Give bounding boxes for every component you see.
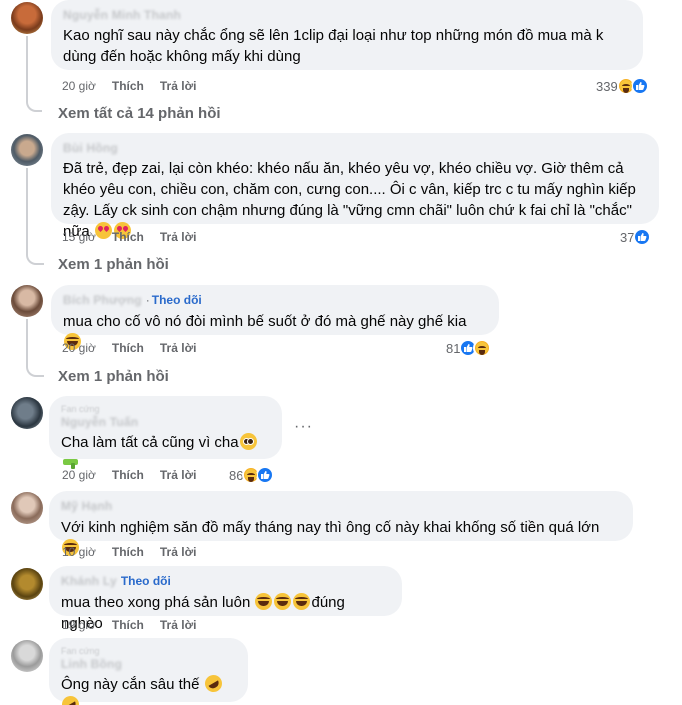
comment-actions: 20 giờ Thích Trả lời xyxy=(62,78,196,94)
comment-time[interactable]: 19 giờ xyxy=(62,618,96,632)
comment-author[interactable]: Mỹ Hạnh xyxy=(61,499,112,513)
reply-button[interactable]: Trả lời xyxy=(160,545,197,559)
reply-button[interactable]: Trả lời xyxy=(160,341,197,355)
comment-bubble: Khánh Ly Theo dõi mua theo xong phá sản … xyxy=(49,566,402,632)
comment-time[interactable]: 15 giờ xyxy=(62,230,96,244)
reply-button[interactable]: Trả lời xyxy=(160,618,197,632)
comment-actions: 19 giờ Thích Trả lời xyxy=(62,617,196,633)
reaction-summary[interactable]: 339 xyxy=(596,77,649,95)
reply-button[interactable]: Trả lời xyxy=(160,230,197,244)
comment-bubble: Fan cứng Nguyễn Tuấn Cha làm tất cả cũng… xyxy=(49,396,282,469)
view-replies-link[interactable]: Xem 1 phản hồi xyxy=(58,366,169,386)
reply-button[interactable]: Trả lời xyxy=(160,79,197,93)
comment-bubble: Bích Phượng · Theo dõi mua cho cố vô nó … xyxy=(51,285,499,350)
follow-button[interactable]: Theo dõi xyxy=(152,293,202,307)
comment-actions: 10 giờ Thích Trả lời xyxy=(62,544,196,560)
rolling-on-floor-laughing-emoji-icon xyxy=(201,671,225,696)
reaction-summary[interactable]: 81 xyxy=(446,339,492,357)
reaction-count: 81 xyxy=(446,340,461,356)
fan-badge-label: Fan cứng xyxy=(61,646,100,656)
comment-text-body: mua theo xong phá sản luôn xyxy=(61,594,251,611)
comment-bubble: Bùi Hồng Đã trẻ, đẹp zai, lại còn khéo: … xyxy=(51,133,659,240)
thread-line xyxy=(26,36,42,112)
laughing-emoji-icon xyxy=(293,593,311,610)
avatar[interactable] xyxy=(11,2,43,34)
avatar[interactable] xyxy=(11,285,43,317)
view-replies-link[interactable]: Xem tất cả 14 phản hồi xyxy=(58,103,221,123)
fan-badge-label: Fan cứng xyxy=(61,404,100,414)
comment-time[interactable]: 20 giờ xyxy=(62,468,96,482)
reaction-count: 86 xyxy=(229,467,244,483)
follow-button[interactable]: Theo dõi xyxy=(121,574,171,588)
comment-actions: 20 giờ Thích Trả lời xyxy=(62,340,196,356)
comment-bubble: Mỹ Hạnh Với kinh nghiệm săn đồ mấy tháng… xyxy=(49,491,633,556)
fan-badge: Fan cứng xyxy=(61,404,270,415)
like-button[interactable]: Thích xyxy=(112,468,144,482)
comment-author[interactable]: Khánh Ly xyxy=(61,574,117,588)
avatar[interactable] xyxy=(11,134,43,166)
pleading-face-emoji-icon xyxy=(239,433,257,450)
like-button[interactable]: Thích xyxy=(112,230,144,244)
avatar[interactable] xyxy=(11,568,43,600)
comment-author[interactable]: Bích Phượng xyxy=(63,293,142,307)
thread-line xyxy=(26,319,44,377)
comment-author[interactable]: Linh Bồng xyxy=(61,657,122,671)
like-button[interactable]: Thích xyxy=(112,341,144,355)
fan-badge: Fan cứng xyxy=(61,646,236,657)
laughing-emoji-icon xyxy=(274,593,292,610)
reaction-summary[interactable]: 86 xyxy=(229,466,275,484)
thread-line xyxy=(26,168,44,265)
comment-time[interactable]: 20 giờ xyxy=(62,341,96,355)
comment-bubble: Nguyễn Minh Thanh Kao nghĩ sau này chắc … xyxy=(51,0,643,70)
separator-dot: · xyxy=(145,293,150,307)
like-button[interactable]: Thích xyxy=(112,545,144,559)
like-reaction-icon xyxy=(256,466,275,484)
haha-reaction-icon xyxy=(473,339,492,357)
avatar[interactable] xyxy=(11,492,43,524)
like-button[interactable]: Thích xyxy=(112,618,144,632)
reaction-summary[interactable]: 37 xyxy=(620,228,652,246)
comment-author[interactable]: Nguyễn Minh Thanh xyxy=(63,8,181,22)
like-reaction-icon xyxy=(633,228,652,246)
reply-button[interactable]: Trả lời xyxy=(160,468,197,482)
comment-actions: 15 giờ Thích Trả lời xyxy=(62,229,196,245)
comment-text: Kao nghĩ sau này chắc ổng sẽ lên 1clip đ… xyxy=(63,27,604,65)
comment-text-body: Cha làm tất cả cũng vì cha xyxy=(61,434,239,451)
comment-text-body: mua cho cố vô nó đòi mình bế suốt ở đó m… xyxy=(63,313,467,330)
reaction-count: 37 xyxy=(620,229,635,245)
like-reaction-icon xyxy=(630,77,649,95)
laughing-emoji-icon xyxy=(255,593,273,610)
avatar[interactable] xyxy=(11,397,43,429)
comment-time[interactable]: 20 giờ xyxy=(62,79,96,93)
view-replies-link[interactable]: Xem 1 phản hồi xyxy=(58,254,169,274)
comment-author[interactable]: Bùi Hồng xyxy=(63,141,118,155)
comment-time[interactable]: 10 giờ xyxy=(62,545,96,559)
comment-text-body: Đã trẻ, đẹp zai, lại còn khéo: khéo nấu … xyxy=(63,160,636,240)
rolling-on-floor-laughing-emoji-icon xyxy=(58,692,83,705)
comment-author[interactable]: Nguyễn Tuấn xyxy=(61,415,138,429)
comment-actions: 20 giờ Thích Trả lời xyxy=(62,467,196,483)
comment-text-body: Ông này cắn sâu thế xyxy=(61,676,200,693)
comment-text-body: Với kinh nghiệm săn đồ mấy tháng nay thì… xyxy=(61,519,600,536)
ellipsis-icon[interactable]: ··· xyxy=(294,418,313,436)
like-button[interactable]: Thích xyxy=(112,79,144,93)
comment-text: Ông này cắn sâu thế xyxy=(58,671,236,705)
comment-bubble: Fan cứng Linh Bồng Ông này cắn sâu thế xyxy=(49,638,248,705)
reaction-count: 339 xyxy=(596,78,618,94)
avatar[interactable] xyxy=(11,640,43,672)
